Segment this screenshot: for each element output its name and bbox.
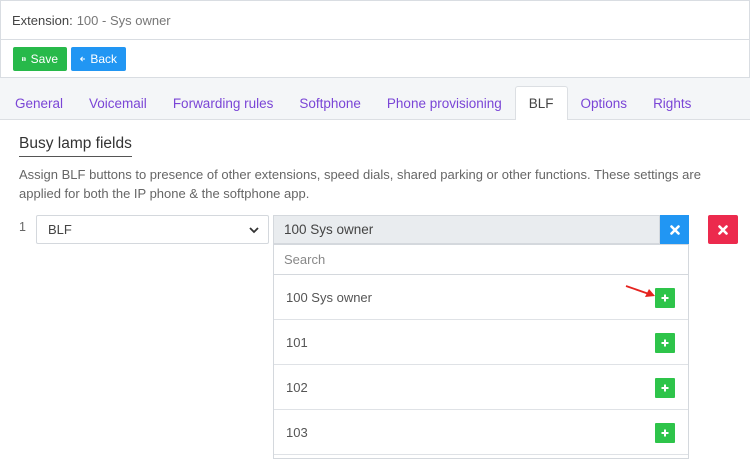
search-input[interactable] xyxy=(274,245,688,275)
remove-row-button[interactable] xyxy=(708,215,738,244)
blf-target-dropdown: 100 Sys owner 101 102 103 xyxy=(273,244,689,459)
tab-blf[interactable]: BLF xyxy=(514,86,568,121)
arrow-left-icon xyxy=(80,56,86,61)
list-item[interactable]: 103 xyxy=(274,410,688,455)
blf-type-select[interactable]: BLF xyxy=(36,215,269,244)
floppy-disk-icon xyxy=(22,56,26,61)
section-description: Assign BLF buttons to presence of other … xyxy=(19,167,701,201)
blf-type-value: BLF xyxy=(48,222,72,237)
tab-softphone[interactable]: Softphone xyxy=(286,86,374,120)
plus-icon xyxy=(661,429,669,437)
tab-general[interactable]: General xyxy=(2,86,76,120)
tab-options[interactable]: Options xyxy=(568,86,641,120)
back-button[interactable]: Back xyxy=(71,46,126,71)
tab-bar: General Voicemail Forwarding rules Softp… xyxy=(0,86,750,121)
plus-icon xyxy=(661,294,669,302)
row-number: 1 xyxy=(19,220,26,234)
option-label: 103 xyxy=(286,424,308,440)
x-icon xyxy=(669,224,680,235)
toolbar: Save Back xyxy=(0,40,750,78)
option-label: 101 xyxy=(286,334,308,350)
add-button[interactable] xyxy=(655,288,675,308)
option-label: 102 xyxy=(286,379,308,395)
section-title: Busy lamp fields xyxy=(19,135,132,157)
extension-header: Extension: 100 - Sys owner xyxy=(0,0,750,40)
x-icon xyxy=(718,224,728,235)
option-label: 100 Sys owner xyxy=(286,289,372,305)
clear-selection-button[interactable] xyxy=(660,215,689,244)
add-button[interactable] xyxy=(655,423,675,443)
tab-forwarding-rules[interactable]: Forwarding rules xyxy=(160,86,287,120)
save-button[interactable]: Save xyxy=(13,46,67,71)
plus-icon xyxy=(661,384,669,392)
tab-phone-provisioning[interactable]: Phone provisioning xyxy=(374,86,515,120)
blf-target-value: 100 Sys owner xyxy=(284,222,374,237)
list-item[interactable]: 101 xyxy=(274,320,688,365)
list-item[interactable]: 102 xyxy=(274,365,688,410)
chevron-down-icon xyxy=(249,227,259,234)
tab-voicemail[interactable]: Voicemail xyxy=(76,86,160,120)
extension-label: Extension: xyxy=(12,12,73,28)
add-button[interactable] xyxy=(655,333,675,353)
add-button[interactable] xyxy=(655,378,675,398)
blf-target-select[interactable]: 100 Sys owner xyxy=(273,215,660,244)
annotation-arrow-icon xyxy=(625,285,655,297)
back-label: Back xyxy=(90,51,117,66)
save-label: Save xyxy=(30,51,58,66)
tab-rights[interactable]: Rights xyxy=(640,86,704,120)
plus-icon xyxy=(661,339,669,347)
extension-name: 100 - Sys owner xyxy=(76,12,171,28)
